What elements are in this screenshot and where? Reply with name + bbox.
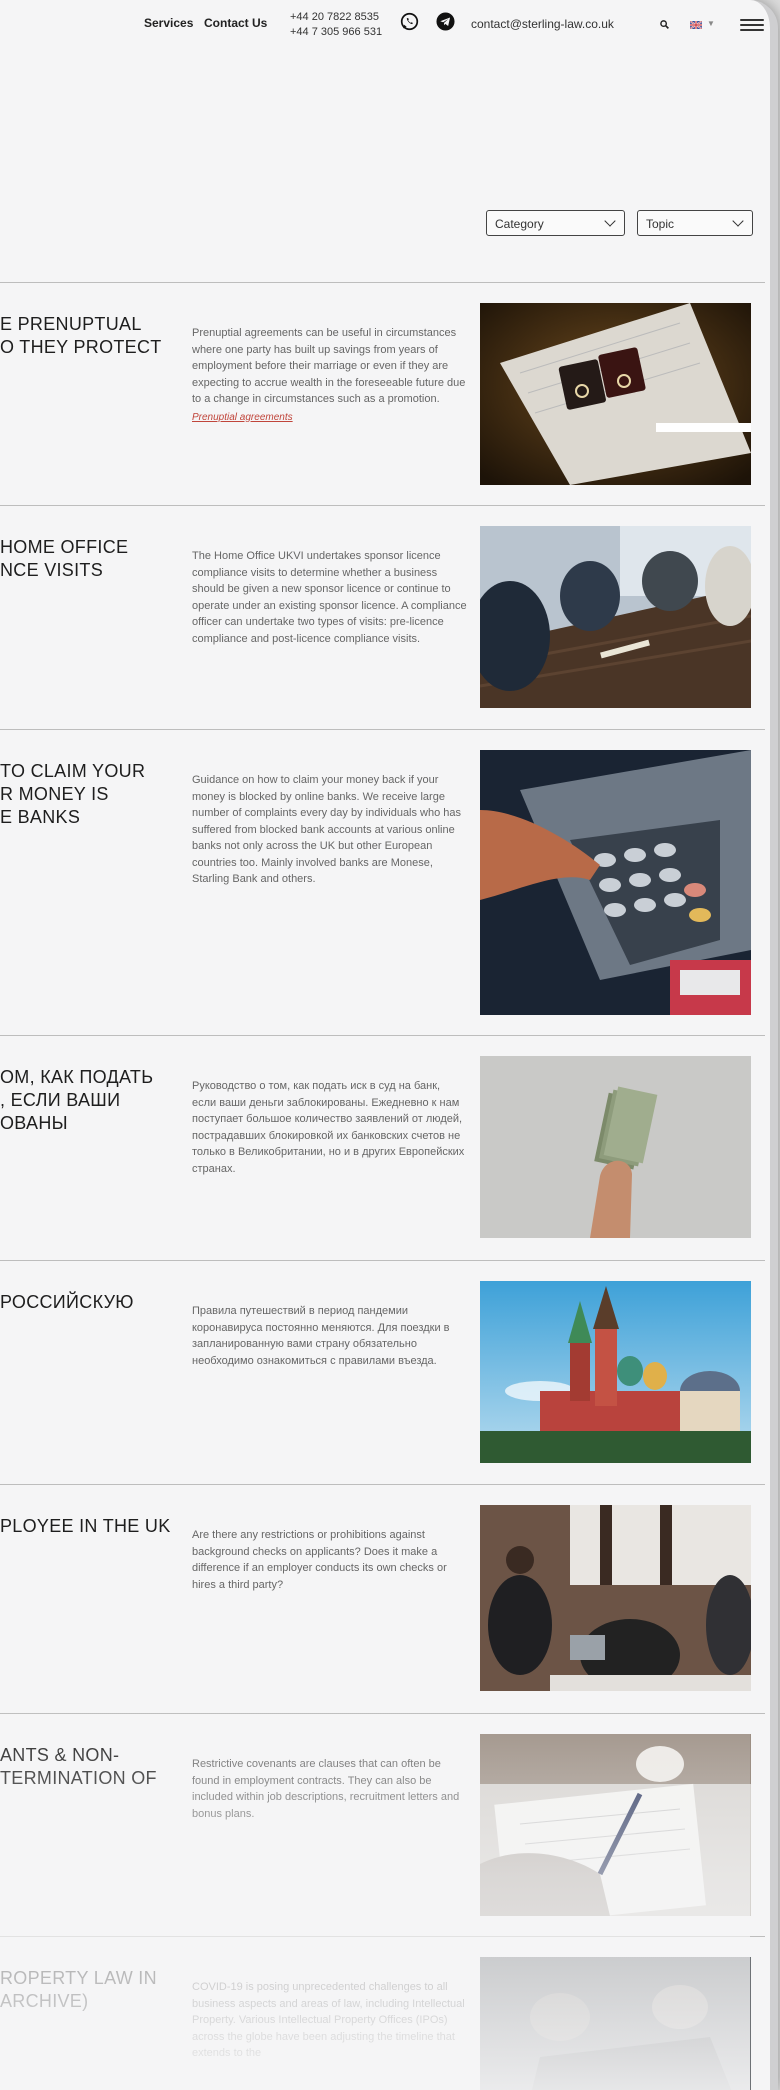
writing-desk-icon xyxy=(480,1734,751,1916)
article-card[interactable]: ANTS & NON- TERMINATION OF Restrictive c… xyxy=(0,1713,765,1937)
phone-numbers[interactable]: +44 20 7822 8535 +44 7 305 966 531 xyxy=(290,10,382,40)
whatsapp-icon[interactable] xyxy=(400,12,419,31)
article-excerpt: Prenuptial agreements can be useful in c… xyxy=(192,325,467,426)
article-card[interactable]: ОМ, КАК ПОДАТЬ , ЕСЛИ ВАШИ ОВАНЫ Руковод… xyxy=(0,1035,765,1261)
article-excerpt: Руководство о том, как подать иск в суд … xyxy=(192,1080,465,1175)
article-title[interactable]: PLOYEE IN THE UK xyxy=(0,1515,170,1538)
article-title[interactable]: ROPERTY LAW IN ARCHIVE) xyxy=(0,1967,170,2013)
article-thumbnail[interactable] xyxy=(480,303,751,485)
cash-in-hand-icon xyxy=(480,1056,751,1238)
article-excerpt-text: Prenuptial agreements can be useful in c… xyxy=(192,327,466,405)
article-card[interactable]: E PRENUPTUAL O THEY PROTECT Prenuptial a… xyxy=(0,282,765,506)
atm-keypad-icon xyxy=(480,750,751,1015)
hamburger-menu-icon[interactable] xyxy=(740,19,764,34)
article-thumbnail[interactable] xyxy=(480,1281,751,1463)
article-thumbnail[interactable] xyxy=(480,750,751,1015)
article-card[interactable]: HOME OFFICE NCE VISITS The Home Office U… xyxy=(0,505,765,730)
article-thumbnail[interactable] xyxy=(480,1505,751,1691)
category-select-label: Category xyxy=(495,217,544,231)
article-card[interactable]: TO CLAIM YOUR R MONEY IS E BANKS Guidanc… xyxy=(0,729,765,1036)
office-team-icon xyxy=(480,1505,751,1691)
article-title[interactable]: РОССИЙСКУЮ xyxy=(0,1291,170,1314)
article-title[interactable]: ANTS & NON- TERMINATION OF xyxy=(0,1744,170,1790)
article-thumbnail[interactable] xyxy=(480,1957,751,2090)
topic-select[interactable]: Topic xyxy=(637,210,753,236)
article-excerpt: Restrictive covenants are clauses that c… xyxy=(192,1758,460,1820)
article-title[interactable]: ОМ, КАК ПОДАТЬ , ЕСЛИ ВАШИ ОВАНЫ xyxy=(0,1066,170,1135)
article-excerpt: Guidance on how to claim your money back… xyxy=(192,774,462,885)
contact-email[interactable]: contact@sterling-law.co.uk xyxy=(471,17,614,31)
search-icon[interactable] xyxy=(660,20,669,29)
meeting-table-icon xyxy=(480,526,751,708)
article-card[interactable]: ROPERTY LAW IN ARCHIVE) COVID-19 is posi… xyxy=(0,1936,765,2090)
cathedral-icon xyxy=(480,1281,751,1463)
article-card[interactable]: РОССИЙСКУЮ Правила путешествий в период … xyxy=(0,1260,765,1485)
article-excerpt: Are there any restrictions or prohibitio… xyxy=(192,1529,447,1591)
article-thumbnail[interactable] xyxy=(480,526,751,708)
chevron-down-icon xyxy=(604,215,616,227)
nav-contact-us[interactable]: Contact Us xyxy=(204,16,267,30)
nav-services[interactable]: Services xyxy=(144,16,193,30)
article-title[interactable]: HOME OFFICE NCE VISITS xyxy=(0,536,170,582)
chevron-down-icon xyxy=(732,215,744,227)
article-thumbnail[interactable] xyxy=(480,1734,751,1916)
laptop-hands-icon xyxy=(480,1957,751,2090)
article-excerpt: COVID-19 is posing unprecedented challen… xyxy=(192,1981,465,2059)
article-title[interactable]: E PRENUPTUAL O THEY PROTECT xyxy=(0,313,170,359)
article-title[interactable]: TO CLAIM YOUR R MONEY IS E BANKS xyxy=(0,760,170,829)
article-excerpt: The Home Office UKVI undertakes sponsor … xyxy=(192,550,467,645)
telegram-icon[interactable] xyxy=(436,12,455,31)
phone-2[interactable]: +44 7 305 966 531 xyxy=(290,25,382,40)
rings-box-icon xyxy=(480,303,751,485)
article-card[interactable]: PLOYEE IN THE UK Are there any restricti… xyxy=(0,1484,765,1714)
language-dropdown-caret-icon[interactable]: ▼ xyxy=(707,19,715,28)
page: Services Contact Us +44 20 7822 8535 +44… xyxy=(0,0,765,2090)
header: Services Contact Us +44 20 7822 8535 +44… xyxy=(0,0,764,48)
article-excerpt: Правила путешествий в период пандемии ко… xyxy=(192,1305,450,1367)
topic-select-label: Topic xyxy=(646,217,675,231)
browser-frame: Services Contact Us +44 20 7822 8535 +44… xyxy=(0,0,778,2090)
uk-flag-icon[interactable] xyxy=(690,21,702,29)
category-select[interactable]: Category xyxy=(486,210,625,236)
phone-1[interactable]: +44 20 7822 8535 xyxy=(290,10,382,25)
article-tag-link[interactable]: Prenuptial agreements xyxy=(192,410,467,427)
article-thumbnail[interactable] xyxy=(480,1056,751,1238)
